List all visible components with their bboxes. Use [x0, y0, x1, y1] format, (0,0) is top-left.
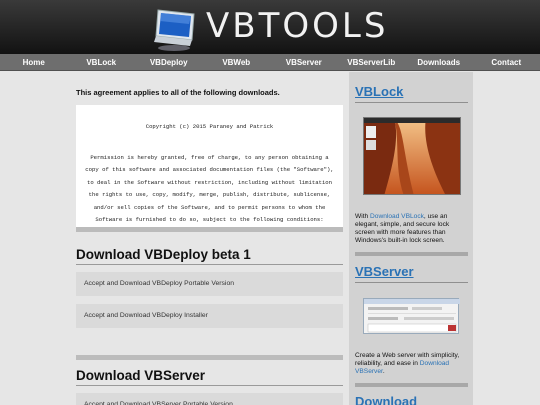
sidebar-vbserver-title[interactable]: VBServer	[355, 264, 414, 279]
sidebar-vblock-title[interactable]: VBLock	[355, 84, 403, 99]
section-title-vbdeploy: Download VBDeploy beta 1	[76, 247, 251, 262]
sidebar-vblock-description: With Download VBLock, use an elegant, si…	[355, 213, 450, 244]
main-nav: Home VBLock VBDeploy VBWeb VBServer VBSe…	[0, 54, 540, 71]
section-separator	[76, 355, 343, 360]
sidebar-separator	[355, 383, 468, 387]
sidebar-separator	[355, 252, 468, 256]
nav-vbserver[interactable]: VBServer	[270, 54, 338, 70]
nav-home[interactable]: Home	[0, 54, 68, 70]
download-vbdeploy-installer-button[interactable]: Accept and Download VBDeploy Installer	[76, 304, 343, 328]
sidebar-rule	[355, 102, 468, 103]
section-rule	[76, 385, 343, 386]
license-permission: Permission is hereby granted, free of ch…	[85, 154, 334, 224]
download-vblock-link[interactable]: Download VBLock	[370, 213, 424, 220]
download-vbserver-portable-button[interactable]: Accept and Download VBServer Portable Ve…	[76, 393, 343, 405]
agreement-intro: This agreement applies to all of the fol…	[76, 88, 280, 97]
computer-monitor-icon	[154, 9, 195, 51]
section-title-vbserver: Download VBServer	[76, 368, 206, 383]
license-box: Copyright (c) 2015 Paraney and Patrick P…	[76, 105, 343, 232]
sidebar-rule	[355, 282, 468, 283]
nav-vblock[interactable]: VBLock	[68, 54, 136, 70]
download-vbdeploy-portable-button[interactable]: Accept and Download VBDeploy Portable Ve…	[76, 272, 343, 296]
sidebar-download-title[interactable]: Download	[355, 394, 417, 405]
nav-downloads[interactable]: Downloads	[405, 54, 473, 70]
vbserver-screenshot[interactable]	[363, 298, 460, 334]
sidebar-vbserver-description: Create a Web server with simplicity, rel…	[355, 352, 460, 375]
vblock-screenshot[interactable]	[363, 117, 461, 195]
nav-vbweb[interactable]: VBWeb	[203, 54, 271, 70]
license-copyright: Copyright (c) 2015 Paraney and Patrick	[145, 123, 274, 130]
site-logo-text[interactable]: VBTOOLS	[206, 6, 388, 46]
canyon-image-icon	[364, 118, 460, 194]
nav-contact[interactable]: Contact	[473, 54, 540, 70]
site-header: VBTOOLS	[0, 0, 540, 54]
section-rule	[76, 264, 343, 265]
server-window-icon	[364, 299, 460, 333]
nav-vbdeploy[interactable]: VBDeploy	[135, 54, 203, 70]
nav-vbserverlib[interactable]: VBServerLib	[338, 54, 406, 70]
